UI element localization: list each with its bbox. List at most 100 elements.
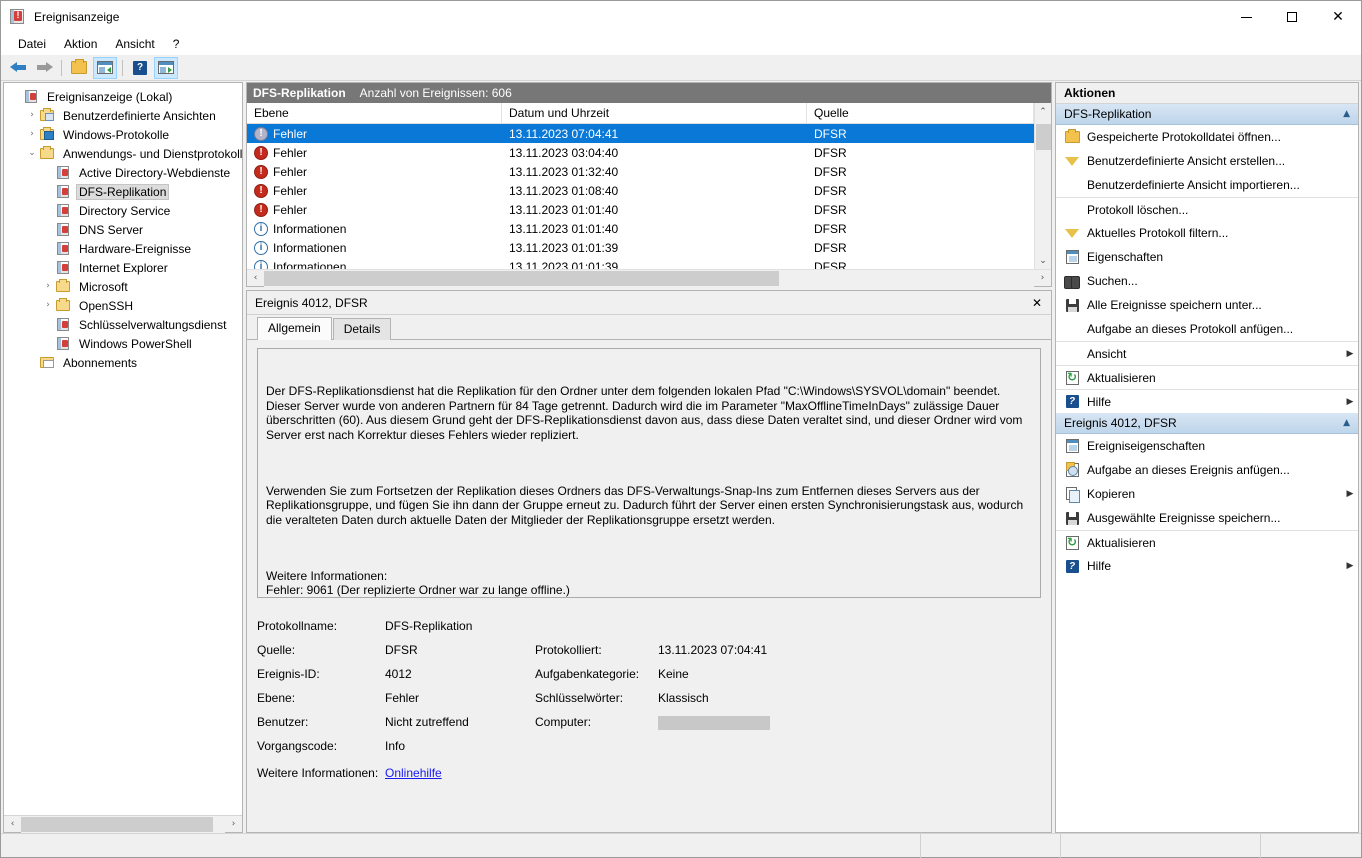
chevron-icon[interactable]: ⌄ (24, 144, 40, 163)
cell-quelle: DFSR (814, 126, 847, 141)
scroll-up-button[interactable]: ⌃ (1035, 103, 1051, 120)
forward-button[interactable] (32, 57, 56, 79)
action-item-1-3[interactable]: Ausgewählte Ereignisse speichern... (1056, 506, 1358, 530)
cell-ebene: Informationen (247, 240, 502, 255)
event-list-column-headers: Ebene Datum und Uhrzeit Quelle (247, 103, 1034, 124)
menu-item-ansicht[interactable]: Ansicht (106, 35, 163, 53)
action-item-0-10[interactable]: Aktualisieren (1056, 365, 1358, 389)
menu-item-hilfe[interactable]: ? (164, 35, 189, 53)
maximize-button[interactable] (1269, 1, 1315, 33)
scroll-right-button[interactable]: › (225, 816, 242, 833)
table-row[interactable]: Informationen 13.11.2023 01:01:40 DFSR (247, 219, 1034, 238)
chevron-icon[interactable]: › (24, 125, 40, 144)
action-item-1-1[interactable]: Aufgabe an dieses Ereignis anfügen... (1056, 458, 1358, 482)
scroll-track-vertical[interactable] (1035, 120, 1051, 252)
field-value-aufgabenkategorie: Keine (658, 667, 689, 681)
field-label-ereignis-id: Ereignis-ID: (257, 667, 320, 681)
tree-item-13[interactable]: Windows PowerShell (4, 334, 242, 353)
event-description-box[interactable]: Der DFS-Replikationsdienst hat die Repli… (257, 348, 1041, 598)
event-list-vertical-scrollbar[interactable]: ⌃ ⌄ (1034, 103, 1051, 269)
action-item-0-5[interactable]: Eigenschaften (1056, 245, 1358, 269)
tab-allgemein[interactable]: Allgemein (257, 317, 332, 340)
table-row[interactable]: Fehler 13.11.2023 03:04:40 DFSR (247, 143, 1034, 162)
chevron-up-icon[interactable]: ▲ (1343, 418, 1350, 428)
scroll-thumb-vertical[interactable] (1036, 124, 1051, 150)
close-icon[interactable]: ✕ (1029, 296, 1045, 310)
action-item-1-2[interactable]: Kopieren ▶ (1056, 482, 1358, 506)
scroll-thumb[interactable] (21, 816, 213, 832)
scroll-track[interactable] (21, 815, 225, 833)
action-item-1-5[interactable]: ? Hilfe ▶ (1056, 554, 1358, 578)
help-button[interactable]: ? (128, 57, 152, 79)
action-item-0-11[interactable]: ? Hilfe ▶ (1056, 389, 1358, 413)
chevron-up-icon[interactable]: ▲ (1343, 109, 1350, 119)
tree-item-8[interactable]: Hardware-Ereignisse (4, 239, 242, 258)
action-item-0-1[interactable]: Benutzerdefinierte Ansicht erstellen... (1056, 149, 1358, 173)
event-viewer-icon (10, 9, 26, 25)
tree-item-4[interactable]: Active Directory-Webdienste (4, 163, 242, 182)
close-button[interactable]: ✕ (1315, 1, 1361, 33)
list-scroll-track[interactable] (264, 269, 1034, 287)
tree-item-6[interactable]: Directory Service (4, 201, 242, 220)
menu-item-datei[interactable]: Datei (9, 35, 55, 53)
tree-item-10[interactable]: › Microsoft (4, 277, 242, 296)
tree-item-1[interactable]: › Benutzerdefinierte Ansichten (4, 106, 242, 125)
folder-up-icon (71, 59, 87, 74)
scroll-down-button[interactable]: ⌄ (1035, 252, 1051, 269)
save-icon (1062, 298, 1082, 312)
action-item-1-4[interactable]: Aktualisieren (1056, 530, 1358, 554)
table-row[interactable]: Informationen 13.11.2023 01:01:39 DFSR (247, 238, 1034, 257)
action-item-0-4[interactable]: Aktuelles Protokoll filtern... (1056, 221, 1358, 245)
action-item-label: Suchen... (1087, 274, 1138, 288)
table-row[interactable]: Fehler 13.11.2023 01:32:40 DFSR (247, 162, 1034, 181)
list-scroll-right-button[interactable]: › (1034, 270, 1051, 287)
tab-details[interactable]: Details (332, 318, 392, 340)
column-header-ebene[interactable]: Ebene (247, 103, 502, 123)
table-row[interactable]: Fehler 13.11.2023 07:04:41 DFSR (247, 124, 1034, 143)
cell-ebene: Fehler (247, 126, 502, 141)
action-item-0-0[interactable]: Gespeicherte Protokolldatei öffnen... (1056, 125, 1358, 149)
chevron-icon[interactable]: › (40, 277, 56, 296)
tree-item-2[interactable]: › Windows-Protokolle (4, 125, 242, 144)
action-item-0-2[interactable]: Benutzerdefinierte Ansicht importieren..… (1056, 173, 1358, 197)
show-console-tree-button[interactable] (93, 56, 117, 79)
table-row[interactable]: Fehler 13.11.2023 01:01:40 DFSR (247, 200, 1034, 219)
action-item-0-8[interactable]: Aufgabe an dieses Protokoll anfügen... (1056, 317, 1358, 341)
action-item-0-3[interactable]: Protokoll löschen... (1056, 197, 1358, 221)
action-item-0-6[interactable]: Suchen... (1056, 269, 1358, 293)
column-header-quelle[interactable]: Quelle (807, 103, 1034, 123)
scroll-left-button[interactable]: ‹ (4, 816, 21, 833)
tree-item-7[interactable]: DNS Server (4, 220, 242, 239)
actions-group-label: Ereignis 4012, DFSR (1064, 416, 1177, 430)
tree-item-9[interactable]: Internet Explorer (4, 258, 242, 277)
log-icon (56, 203, 72, 218)
actions-group-header-0[interactable]: DFS-Replikation ▲ (1056, 104, 1358, 125)
tree-item-5[interactable]: DFS-Replikation (4, 182, 242, 201)
action-item-1-0[interactable]: Ereigniseigenschaften (1056, 434, 1358, 458)
show-action-pane-button[interactable] (154, 56, 178, 79)
event-list-horizontal-scrollbar[interactable]: ‹ › (247, 269, 1051, 287)
tree-item-0[interactable]: Ereignisanzeige (Lokal) (4, 87, 242, 106)
up-folder-button[interactable] (67, 57, 91, 79)
table-row[interactable]: Fehler 13.11.2023 01:08:40 DFSR (247, 181, 1034, 200)
action-item-0-7[interactable]: Alle Ereignisse speichern unter... (1056, 293, 1358, 317)
tree-item-11[interactable]: › OpenSSH (4, 296, 242, 315)
menu-item-aktion[interactable]: Aktion (55, 35, 106, 53)
list-scroll-thumb[interactable] (264, 270, 779, 286)
actions-group-header-1[interactable]: Ereignis 4012, DFSR ▲ (1056, 413, 1358, 434)
back-button[interactable] (6, 57, 30, 79)
tree-item-12[interactable]: Schlüsselverwaltungsdienst (4, 315, 242, 334)
log-icon (56, 317, 72, 332)
action-item-0-9[interactable]: Ansicht ▶ (1056, 341, 1358, 365)
chevron-icon[interactable]: › (40, 296, 56, 315)
chevron-icon[interactable]: › (24, 106, 40, 125)
cell-quelle: DFSR (814, 202, 847, 217)
online-help-link[interactable]: Onlinehilfe (385, 766, 442, 780)
tree-horizontal-scrollbar[interactable]: ‹ › (4, 815, 242, 833)
minimize-button[interactable] (1223, 1, 1269, 33)
tree-item-14[interactable]: Abonnements (4, 353, 242, 372)
tree-item-3[interactable]: ⌄ Anwendungs- und Dienstprotokolle (4, 144, 242, 163)
column-header-datum[interactable]: Datum und Uhrzeit (502, 103, 807, 123)
list-scroll-left-button[interactable]: ‹ (247, 270, 264, 287)
table-row[interactable]: Informationen 13.11.2023 01:01:39 DFSR (247, 257, 1034, 269)
